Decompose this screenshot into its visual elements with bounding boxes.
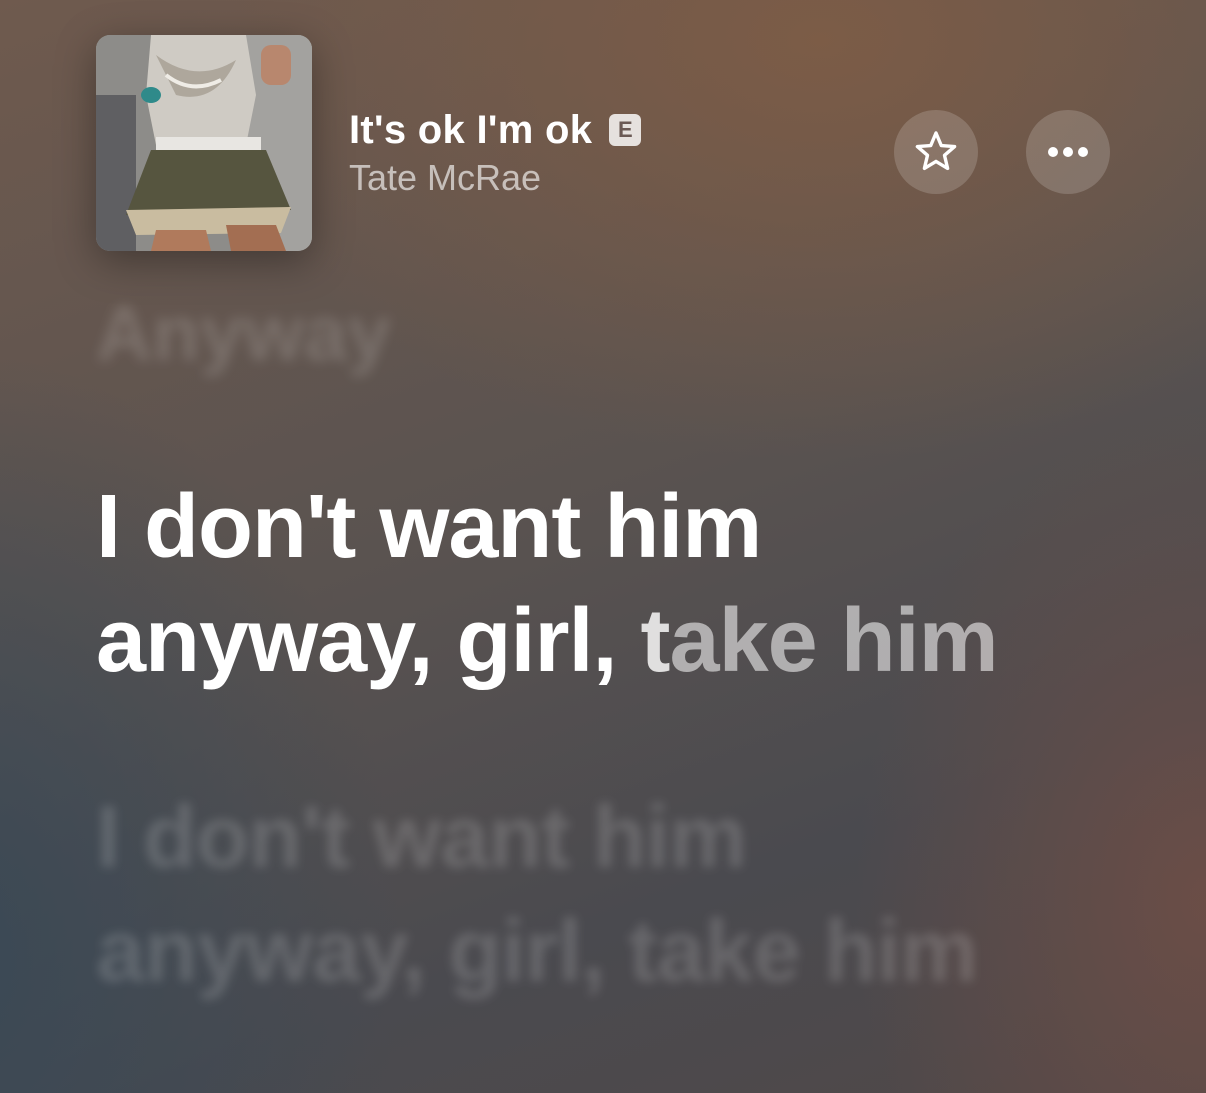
lyric-next-line-1: I don't want him bbox=[96, 787, 747, 886]
lyric-partial-text: t bbox=[640, 591, 671, 691]
artist-name[interactable]: Tate McRae bbox=[349, 157, 641, 199]
lyric-current-line-1: I don't want him bbox=[96, 477, 762, 577]
song-title: It's ok I'm ok bbox=[349, 107, 593, 152]
song-title-row: It's ok I'm ok E bbox=[349, 105, 642, 155]
album-artwork-image bbox=[96, 35, 312, 251]
favorite-button[interactable] bbox=[894, 110, 978, 194]
lyric-current-line-2: anyway, girl, take him bbox=[96, 584, 999, 698]
album-artwork[interactable] bbox=[96, 35, 312, 251]
lyric-line-next[interactable]: I don't want him anyway, girl, take him bbox=[96, 780, 978, 1008]
star-icon bbox=[915, 131, 957, 171]
song-info[interactable]: It's ok I'm ok E Tate McRae bbox=[349, 105, 642, 199]
explicit-badge: E bbox=[609, 114, 642, 146]
lyric-next-line-2: anyway, girl, take him bbox=[96, 901, 978, 1000]
lyric-sung-text: anyway, girl, bbox=[96, 591, 641, 691]
lyric-line-current[interactable]: I don't want him anyway, girl, take him bbox=[96, 470, 999, 698]
lyric-line-previous[interactable]: Anyway bbox=[96, 288, 391, 379]
ellipsis-icon bbox=[1048, 147, 1088, 157]
lyric-unsung-text: ake him bbox=[669, 591, 999, 691]
more-options-button[interactable] bbox=[1026, 110, 1110, 194]
now-playing-header: It's ok I'm ok E Tate McRae bbox=[96, 35, 1110, 251]
